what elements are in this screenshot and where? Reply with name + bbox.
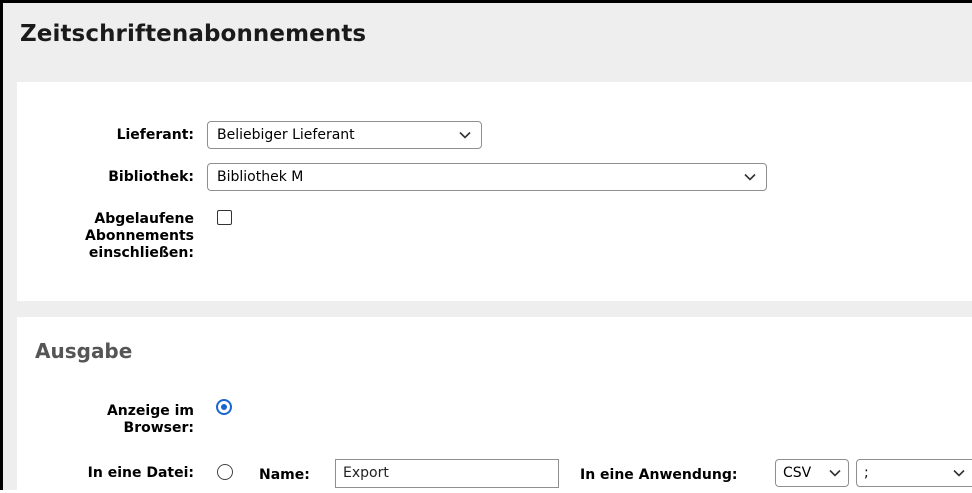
export-name-input[interactable]: Export xyxy=(335,459,559,488)
vendor-select-value: Beliebiger Lieferant xyxy=(217,127,355,143)
browser-radio[interactable] xyxy=(216,399,232,415)
chevron-down-icon xyxy=(744,164,756,190)
format-select-value: CSV xyxy=(783,465,812,481)
window-frame: Zeitschriftenabonnements Lieferant: Beli… xyxy=(0,0,972,493)
output-section-title: Ausgabe xyxy=(35,339,133,363)
app-label: In eine Anwendung: xyxy=(580,467,738,483)
vendor-label: Lieferant: xyxy=(116,127,194,143)
vendor-select[interactable]: Beliebiger Lieferant xyxy=(207,121,482,149)
expired-checkbox[interactable] xyxy=(217,210,232,225)
filter-panel xyxy=(17,82,972,301)
chevron-down-icon xyxy=(459,122,471,148)
library-select-value: Bibliothek M xyxy=(217,169,304,185)
chevron-down-icon xyxy=(829,460,841,486)
chevron-down-icon xyxy=(953,460,965,486)
browser-label: Anzeige im Browser: xyxy=(106,403,194,436)
expired-label: Abgelaufene Abonnements einschließen: xyxy=(85,211,194,261)
file-label: In eine Datei: xyxy=(87,465,194,481)
file-radio[interactable] xyxy=(217,464,233,480)
format-select[interactable]: CSV xyxy=(775,459,849,487)
library-select[interactable]: Bibliothek M xyxy=(207,163,767,191)
library-label: Bibliothek: xyxy=(108,169,194,185)
name-label: Name: xyxy=(259,467,310,483)
delimiter-select[interactable]: ; xyxy=(856,459,972,487)
delimiter-select-value: ; xyxy=(864,465,869,481)
page-title: Zeitschriftenabonnements xyxy=(20,21,367,47)
